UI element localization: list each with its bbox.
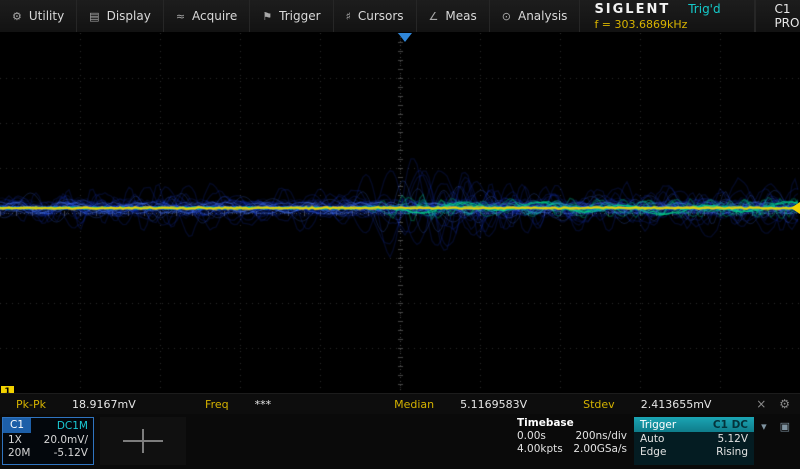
menu-analysis-label: Analysis [517, 9, 568, 23]
menu-acquire-label: Acquire [192, 9, 238, 23]
menu-display[interactable]: ▤ Display [77, 0, 164, 32]
timebase-title: Timebase [517, 417, 574, 429]
trigger-source: C1 DC [712, 418, 748, 431]
measure-settings-icon[interactable]: ⚙ [779, 397, 790, 411]
menu-meas[interactable]: ∠ Meas [417, 0, 490, 32]
measurement-value: *** [254, 397, 272, 411]
close-measure-icon[interactable]: × [756, 397, 766, 411]
menu-cursors-label: Cursors [357, 9, 404, 23]
trigger-slope: Rising [716, 446, 748, 458]
acquire-icon: ≈ [175, 9, 186, 23]
timebase-memory: 4.00kpts [517, 443, 563, 455]
trigger-level: 5.12V [717, 433, 748, 445]
analysis-icon: ⊙ [501, 9, 511, 23]
trigger-type: Edge [640, 446, 667, 458]
siglent-logo: SIGLENT [594, 1, 671, 17]
trigger-position-indicator[interactable] [398, 33, 412, 42]
menu-display-label: Display [106, 9, 151, 23]
measurement-pkpk: Pk-Pk 18.9167mV [0, 398, 189, 411]
menu-trigger[interactable]: ⚑ Trigger [250, 0, 334, 32]
menu-cursors[interactable]: ♯ Cursors [334, 0, 417, 32]
menu-trigger-label: Trigger [279, 9, 321, 23]
probe-button[interactable]: C1 PROBE [755, 0, 800, 32]
channel-vdiv: 20.0mV/ [43, 434, 88, 446]
menu-analysis[interactable]: ⊙ Analysis [490, 0, 581, 32]
measurement-median: Median 5.1169583V [378, 398, 567, 411]
trigger-mode: Auto [640, 433, 665, 445]
trigger-descriptor-box[interactable]: Trigger C1 DC Auto 5.12V Edge Rising [634, 417, 754, 465]
lan-display-icon[interactable]: ▣ [780, 420, 790, 433]
measurement-label: Median [394, 397, 435, 411]
trigger-flag-icon: ⚑ [262, 9, 273, 23]
utility-icon: ⚙ [12, 9, 22, 23]
timebase-tdiv: 200ns/div [575, 430, 627, 442]
menu-utility-label: Utility [28, 9, 65, 23]
cursors-icon: ♯ [345, 9, 351, 23]
timebase-descriptor-box[interactable]: Timebase 0.00s 200ns/div 4.00kpts 2.00GS… [512, 417, 632, 465]
probe-label: C1 PROBE [774, 2, 800, 30]
frequency-counter: f = 303.6869kHz [594, 17, 688, 31]
measurement-value: 5.1169583V [460, 397, 528, 411]
trigger-status-badge: Trig'd [688, 1, 721, 16]
waveform-canvas[interactable] [0, 33, 800, 393]
top-menu-bar: ⚙ Utility ▤ Display ≈ Acquire ⚑ Trigger … [0, 0, 800, 33]
meas-icon: ∠ [428, 9, 439, 23]
measurement-bar: Pk-Pk 18.9167mV Freq *** Median 5.116958… [0, 393, 800, 414]
measurement-label: Stdev [583, 397, 615, 411]
display-icon: ▤ [89, 9, 100, 23]
timebase-samplerate: 2.00GSa/s [573, 443, 627, 455]
measurement-stdev: Stdev 2.413655mV [567, 398, 756, 411]
menu-acquire[interactable]: ≈ Acquire [164, 0, 251, 32]
channel-name: C1 [3, 418, 32, 433]
measurement-label: Pk-Pk [16, 397, 46, 411]
crosshair-icon [142, 429, 144, 453]
trigger-title: Trigger [640, 418, 677, 431]
measurement-freq: Freq *** [189, 398, 378, 411]
add-channel-box[interactable] [100, 417, 186, 465]
waveform-display-area[interactable] [0, 33, 800, 393]
measurement-value: 2.413655mV [640, 397, 712, 411]
channel-bandwidth: 20M [8, 447, 31, 459]
timebase-delay: 0.00s [517, 430, 546, 442]
trigger-level-indicator[interactable] [791, 202, 800, 214]
collapse-icon[interactable]: ▾ [761, 420, 767, 433]
measurement-label: Freq [205, 397, 229, 411]
channel-offset: -5.12V [53, 447, 88, 459]
bottom-status-bar: C1 DC1M 1X 20.0mV/ 20M -5.12V Timebase 0… [0, 414, 800, 469]
channel1-descriptor-box[interactable]: C1 DC1M 1X 20.0mV/ 20M -5.12V [2, 417, 94, 465]
brand-block: SIGLENT Trig'd f = 303.6869kHz [582, 0, 756, 32]
channel-attenuation: 1X [8, 434, 22, 446]
menu-meas-label: Meas [445, 9, 477, 23]
channel-coupling: DC1M [56, 419, 88, 432]
menu-utility[interactable]: ⚙ Utility [0, 0, 78, 32]
measurement-value: 18.9167mV [71, 397, 136, 411]
